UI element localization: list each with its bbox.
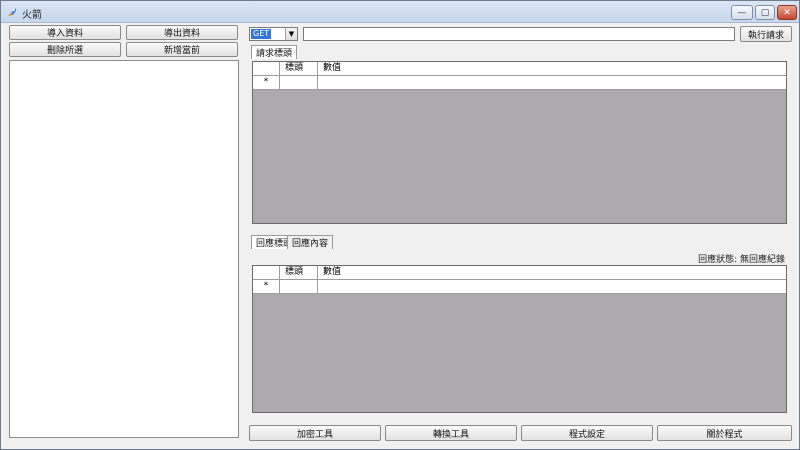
tab-request-headers[interactable]: 請求標頭	[251, 45, 298, 59]
table-row[interactable]: *	[253, 280, 786, 294]
url-input[interactable]	[303, 27, 735, 41]
window-title: 火箭	[22, 10, 42, 21]
minimize-button[interactable]: —	[731, 5, 753, 20]
main-window: 火箭 — ▢ ✕ 導入資料 導出資料 刪除所選 新增當前 GET ▼ 執行請求 …	[0, 0, 800, 450]
title-bar: 火箭 — ▢ ✕	[1, 1, 799, 23]
execute-request-button[interactable]: 執行請求	[740, 26, 792, 42]
export-data-button[interactable]: 導出資料	[126, 25, 238, 40]
header-name-cell[interactable]	[280, 76, 318, 89]
request-headers-grid[interactable]: 標頭 數值 *	[252, 61, 787, 224]
column-header-name[interactable]: 標頭	[280, 62, 318, 75]
saved-requests-list[interactable]	[9, 60, 239, 438]
header-value-cell[interactable]	[318, 76, 786, 89]
rocket-icon	[8, 8, 16, 16]
about-program-button[interactable]: 關於程式	[657, 425, 792, 441]
maximize-button[interactable]: ▢	[755, 5, 775, 20]
column-header-value[interactable]: 數值	[318, 62, 786, 75]
grid-header-row: 標頭 數值	[253, 62, 786, 76]
header-value-cell[interactable]	[318, 280, 786, 293]
method-value: GET	[251, 29, 272, 39]
new-row-marker: *	[253, 76, 280, 89]
encrypt-tool-button[interactable]: 加密工具	[249, 425, 381, 441]
program-settings-button[interactable]: 程式設定	[521, 425, 653, 441]
import-data-button[interactable]: 導入資料	[9, 25, 121, 40]
convert-tool-button[interactable]: 轉換工具	[385, 425, 517, 441]
response-status: 回應狀態: 無回應紀錄	[698, 255, 785, 265]
add-current-button[interactable]: 新增當前	[126, 42, 238, 57]
grid-header-row: 標頭 數值	[253, 266, 786, 280]
tab-response-body[interactable]: 回應內容	[287, 235, 334, 249]
response-headers-grid[interactable]: 標頭 數值 *	[252, 265, 787, 413]
table-row[interactable]: *	[253, 76, 786, 90]
close-button[interactable]: ✕	[777, 5, 797, 20]
column-header-name[interactable]: 標頭	[280, 266, 318, 279]
column-header-value[interactable]: 數值	[318, 266, 786, 279]
delete-selected-button[interactable]: 刪除所選	[9, 42, 121, 57]
row-header-corner	[253, 62, 280, 75]
row-header-corner	[253, 266, 280, 279]
chevron-down-icon[interactable]: ▼	[285, 28, 297, 40]
method-select[interactable]: GET ▼	[249, 27, 298, 41]
header-name-cell[interactable]	[280, 280, 318, 293]
new-row-marker: *	[253, 280, 280, 293]
